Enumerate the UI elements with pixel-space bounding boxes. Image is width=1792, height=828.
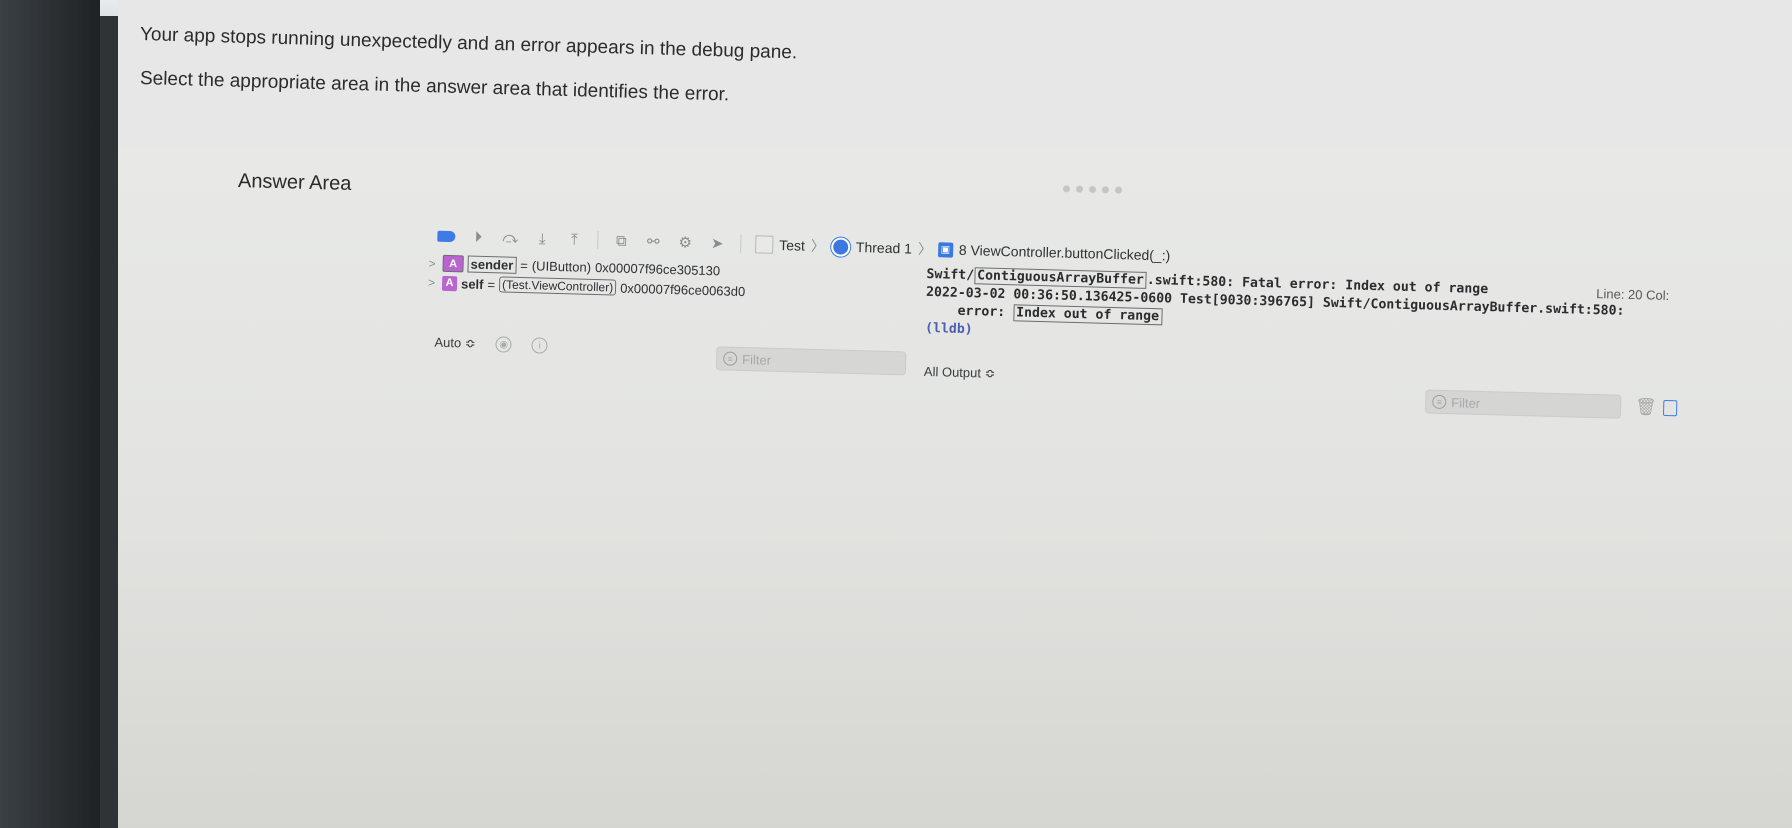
console-filter-input[interactable]: ≡ Filter	[1424, 389, 1622, 419]
filter-icon: ≡	[1432, 394, 1447, 410]
simulate-location-icon[interactable]: ➤	[708, 234, 726, 252]
step-over-icon[interactable]: ⤼	[501, 228, 519, 246]
variable-value: 0x00007f96ce0063d0	[620, 280, 746, 299]
question-instruction: Select the appropriate area in the answe…	[139, 68, 730, 106]
thread-icon	[830, 236, 851, 257]
quick-look-icon[interactable]: ◉	[495, 336, 512, 353]
toggle-panel-icon[interactable]	[1662, 399, 1678, 417]
variable-equals: =	[520, 257, 529, 274]
trash-icon[interactable]: 🗑	[1635, 397, 1657, 418]
project-icon	[755, 235, 774, 254]
xcode-debug-area: ⏵ ⤼ ⤓ ⤒ ⧉ ⚯ ⚙ ➤ Test 〉 Thread 1 〉 ▣ 8 Vi…	[332, 212, 1792, 491]
drag-handle-icon[interactable]	[1062, 185, 1123, 194]
variable-value: 0x00007f96ce305130	[594, 259, 721, 279]
breakpoints-toggle-icon[interactable]	[437, 227, 456, 245]
environment-overrides-icon[interactable]: ⚙	[676, 233, 694, 251]
view-hierarchy-icon[interactable]: ⧉	[612, 231, 630, 249]
breadcrumb-frame[interactable]: 8 ViewController.buttonClicked(_:)	[959, 242, 1171, 264]
monitor-bezel	[0, 0, 100, 828]
variable-type: (Test.ViewController)	[498, 276, 617, 296]
disclosure-triangle-icon[interactable]: >	[428, 256, 438, 270]
variables-filter-input[interactable]: ≡ Filter	[715, 346, 907, 376]
console-output[interactable]: Swift/ContiguousArrayBuffer .swift:580: F…	[925, 266, 1625, 357]
breadcrumb-thread[interactable]: Thread 1	[856, 239, 912, 257]
memory-graph-icon[interactable]: ⚯	[644, 232, 662, 250]
console-boxed-text[interactable]: Index out of range	[1012, 304, 1163, 326]
screen: Your app stops running unexpectedly and …	[118, 0, 1792, 828]
line-col-indicator: Line: 20 Col:	[1596, 286, 1670, 304]
continue-icon[interactable]: ⏵	[469, 228, 487, 246]
filter-icon: ≡	[722, 351, 738, 366]
step-out-icon[interactable]: ⤒	[565, 230, 583, 248]
variable-badge: A	[442, 254, 464, 273]
disclosure-triangle-icon[interactable]: >	[428, 275, 438, 289]
question-header: Your app stops running unexpectedly and …	[118, 0, 1792, 149]
step-into-icon[interactable]: ⤓	[533, 229, 551, 247]
question-text: Your app stops running unexpectedly and …	[139, 24, 798, 64]
info-icon[interactable]: i	[531, 337, 548, 354]
answer-area-title: Answer Area	[237, 170, 352, 195]
variables-scope-select[interactable]: Auto ≎ ◉ i	[434, 335, 548, 354]
screen-shading	[118, 520, 1792, 828]
variable-equals: =	[487, 276, 496, 292]
toolbar-divider	[740, 234, 742, 253]
variable-name: sender	[467, 255, 517, 274]
variable-name: self	[460, 275, 484, 292]
variable-badge: A	[441, 275, 458, 291]
filter-placeholder: Filter	[1451, 394, 1481, 411]
stack-frame-icon: ▣	[937, 241, 954, 258]
breadcrumb-project[interactable]: Test	[779, 237, 805, 254]
chevron-right-icon: 〉	[810, 237, 826, 255]
variable-type: (UIButton)	[531, 258, 592, 275]
breadcrumb: Test 〉 Thread 1 〉 ▣ 8 ViewController.but…	[755, 234, 1171, 265]
chevron-right-icon: 〉	[917, 240, 933, 258]
toolbar-divider	[597, 231, 599, 250]
filter-placeholder: Filter	[741, 351, 772, 368]
scope-select-label[interactable]: Auto ≎	[434, 335, 476, 352]
console-output-select[interactable]: All Output ≎	[924, 364, 996, 382]
